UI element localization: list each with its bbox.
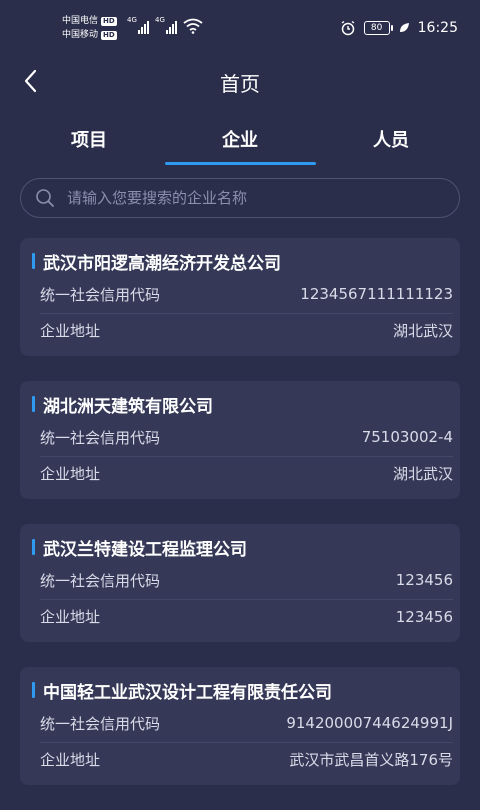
company-list: 武汉市阳逻高潮经济开发总公司 统一社会信用代码 1234567111111123… [20,238,460,810]
battery-icon: 80 [363,21,393,35]
address-label: 企业地址 [40,465,101,483]
address-value: 湖北武汉 [392,465,453,483]
address-label: 企业地址 [40,608,101,626]
credit-code-value: 91420000744624991J [286,714,453,732]
company-name: 武汉市阳逻高潮经济开发总公司 [43,253,281,274]
carrier-1: 中国电信 [62,16,99,26]
company-card[interactable]: 中国轻工业武汉设计工程有限责任公司 统一社会信用代码 9142000074462… [20,667,460,785]
tab-bar: 项目 企业 人员 [0,118,480,166]
search-box [20,178,460,218]
signal-icon: 4G [127,16,149,34]
hd-badge: HD [101,30,117,40]
leaf-icon [399,23,409,32]
address-label: 企业地址 [40,751,101,769]
card-accent-bar [32,682,35,698]
carrier-2: 中国移动 [62,30,99,40]
search-input[interactable] [67,179,459,217]
credit-code-label: 统一社会信用代码 [40,714,161,733]
company-name: 中国轻工业武汉设计工程有限责任公司 [43,682,332,703]
active-tab-indicator [165,162,316,165]
card-accent-bar [32,396,35,412]
company-card[interactable]: 武汉兰特建设工程监理公司 统一社会信用代码 123456 企业地址 123456 [20,524,460,642]
tab-projects[interactable]: 项目 [14,126,164,152]
page-title: 首页 [220,72,260,96]
address-label: 企业地址 [40,322,101,340]
credit-code-label: 统一社会信用代码 [40,428,161,447]
clock: 16:25 [417,20,458,36]
search-icon [36,189,54,207]
card-accent-bar [32,539,35,555]
alarm-icon [341,20,355,36]
hd-badge: HD [101,16,117,26]
company-name: 武汉兰特建设工程监理公司 [43,539,247,560]
title-bar: 首页 [0,56,480,106]
address-value: 湖北武汉 [392,322,453,340]
address-value: 123456 [395,607,453,626]
signal-icon: 4G [155,16,177,34]
company-card[interactable]: 湖北洲天建筑有限公司 统一社会信用代码 75103002-4 企业地址 湖北武汉 [20,381,460,499]
credit-code-value: 123456 [395,571,453,589]
carrier-info: 中国电信 HD 中国移动 HD [62,14,117,42]
address-value: 武汉市武昌首义路176号 [289,751,453,769]
status-bar: 中国电信 HD 中国移动 HD 4G 4G 80 16:25 [0,0,480,56]
tab-companies[interactable]: 企业 [165,126,315,152]
company-card[interactable]: 武汉市阳逻高潮经济开发总公司 统一社会信用代码 1234567111111123… [20,238,460,356]
card-accent-bar [32,253,35,269]
credit-code-value: 1234567111111123 [300,285,453,303]
tab-personnel[interactable]: 人员 [316,126,466,152]
credit-code-label: 统一社会信用代码 [40,571,161,590]
credit-code-value: 75103002-4 [361,428,453,446]
company-name: 湖北洲天建筑有限公司 [43,396,213,417]
credit-code-label: 统一社会信用代码 [40,285,161,304]
wifi-icon [183,18,203,34]
